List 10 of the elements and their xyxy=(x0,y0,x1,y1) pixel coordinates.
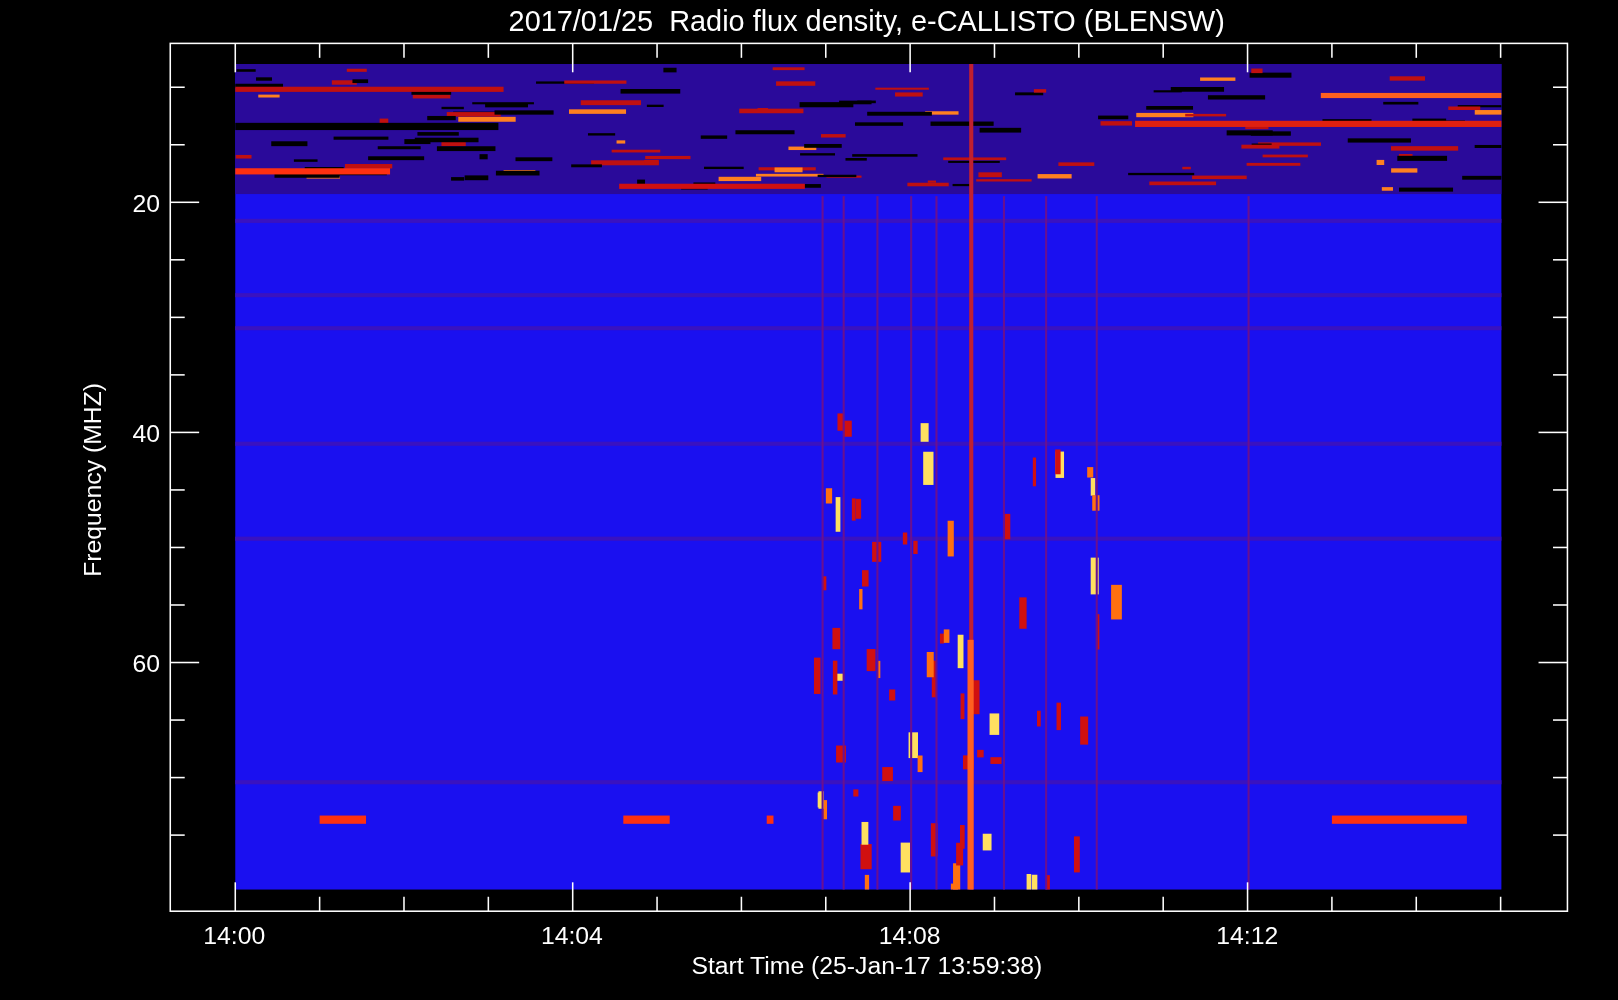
x-axis-label: Start Time (25-Jan-17 13:59:38) xyxy=(691,952,1043,980)
y-axis-label: Frequency (MHZ) xyxy=(79,382,107,577)
y-tick-label: 40 xyxy=(132,419,160,447)
x-tick-label: 14:04 xyxy=(540,922,603,950)
y-tick-label: 60 xyxy=(132,649,160,677)
x-tick-label: 14:00 xyxy=(203,922,266,950)
x-tick-label: 14:08 xyxy=(878,922,941,950)
y-tick-label: 20 xyxy=(132,189,160,217)
x-tick-label: 14:12 xyxy=(1216,922,1279,950)
chart-title: 2017/01/25 Radio flux density, e-CALLISTO (BLENSW) xyxy=(508,5,1225,37)
